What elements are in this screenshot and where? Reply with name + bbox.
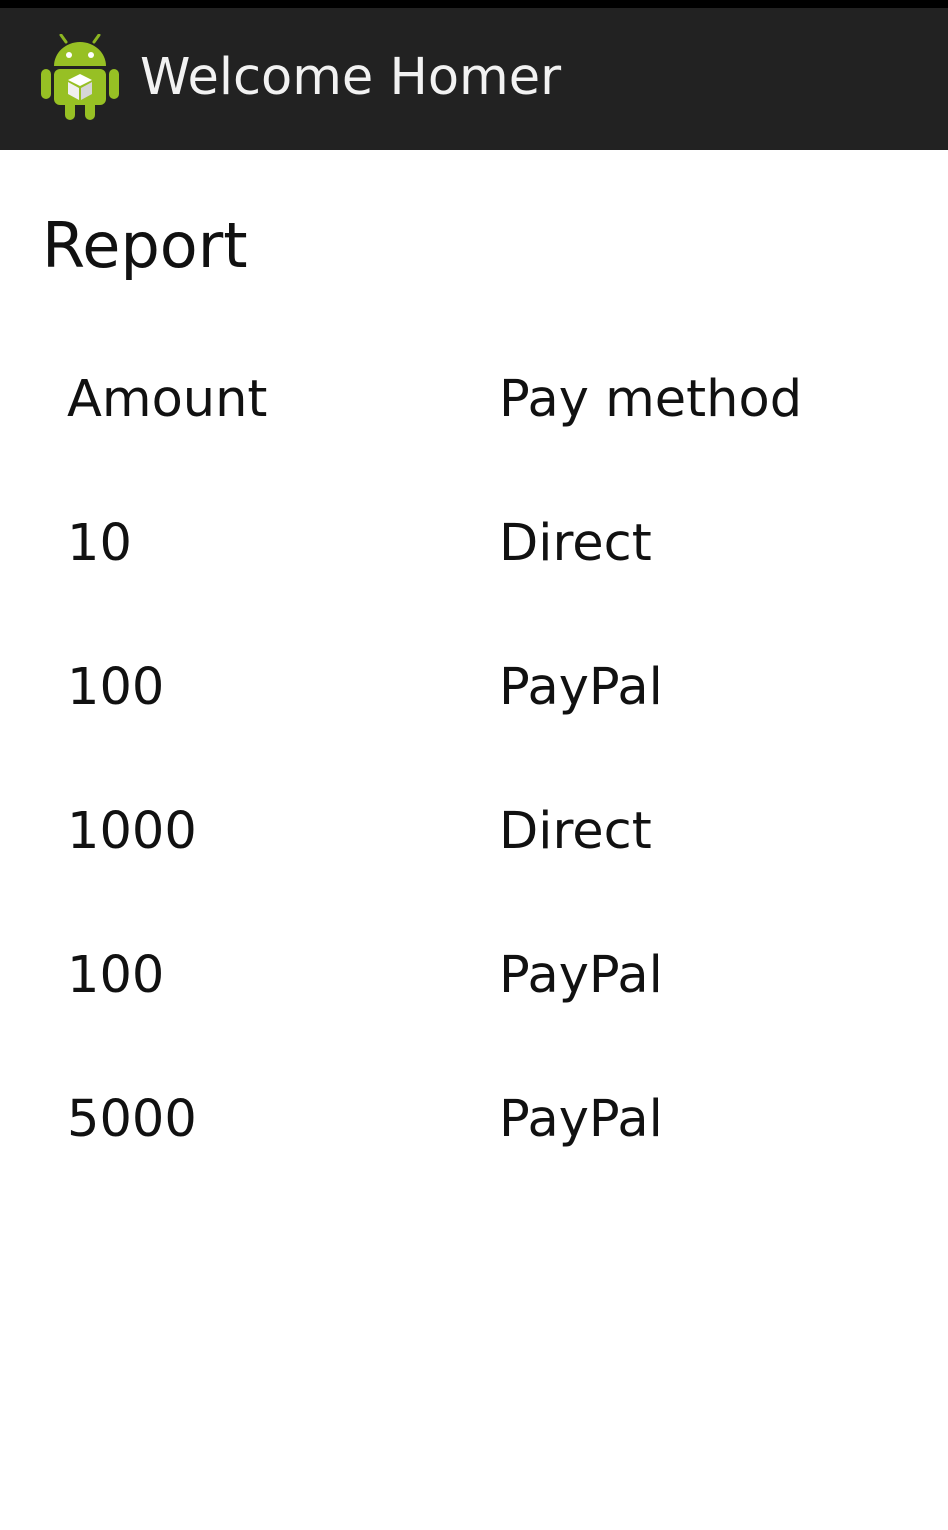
amount-cell: 1000	[67, 802, 197, 861]
status-bar-edge	[0, 0, 948, 8]
amount-cell: 100	[67, 946, 165, 1005]
column-header-amount: Amount	[67, 370, 268, 429]
android-robot-icon[interactable]	[40, 34, 120, 124]
table-row: 1000 Direct	[67, 790, 927, 934]
amount-cell: 10	[67, 514, 132, 573]
table-row: 10 Direct	[67, 502, 927, 646]
table-row: 5000 PayPal	[67, 1078, 927, 1222]
column-header-pay-method: Pay method	[499, 370, 803, 429]
page-title: Report	[42, 209, 248, 282]
pay-method-cell: PayPal	[499, 1090, 663, 1149]
pay-method-cell: Direct	[499, 514, 652, 573]
pay-method-cell: PayPal	[499, 658, 663, 717]
action-bar-title: Welcome Homer	[140, 48, 562, 107]
pay-method-cell: PayPal	[499, 946, 663, 1005]
amount-cell: 100	[67, 658, 165, 717]
action-bar: Welcome Homer	[0, 8, 948, 150]
table-row: 100 PayPal	[67, 646, 927, 790]
pay-method-cell: Direct	[499, 802, 652, 861]
table-row: 100 PayPal	[67, 934, 927, 1078]
table-header-row: Amount Pay method	[67, 358, 927, 502]
amount-cell: 5000	[67, 1090, 197, 1149]
report-table: Amount Pay method 10 Direct 100 PayPal 1…	[67, 358, 927, 1222]
